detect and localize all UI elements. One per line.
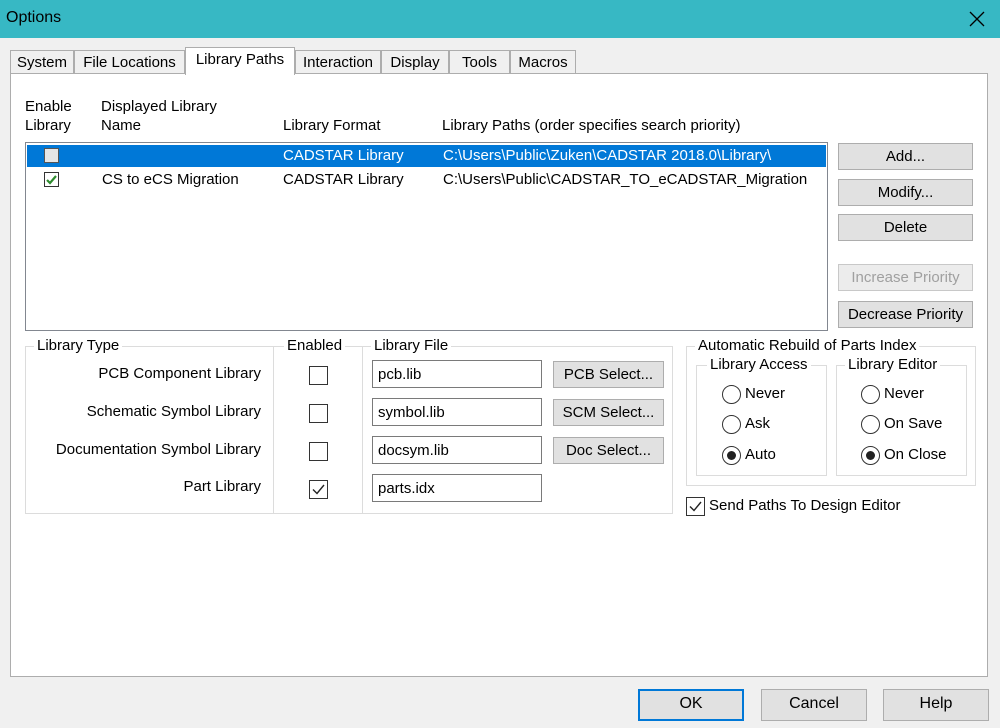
close-icon <box>969 11 985 27</box>
enable-library-checkbox[interactable] <box>44 172 59 187</box>
editor-on-close-radio[interactable] <box>861 446 880 465</box>
enabled-legend: Enabled <box>284 337 346 355</box>
library-access-group: Library Access Never Ask Auto <box>696 356 827 476</box>
library-editor-legend: Library Editor <box>845 356 941 374</box>
access-never-radio[interactable] <box>722 385 741 404</box>
library-type-legend: Library Type <box>34 337 123 355</box>
scm-select-button[interactable]: SCM Select... <box>553 399 664 426</box>
schematic-symbol-library-label: Schematic Symbol Library <box>86 403 261 420</box>
column-header-paths: Library Paths (order specifies search pr… <box>442 117 741 134</box>
help-button[interactable]: Help <box>883 689 989 721</box>
library-type-group: Library Type Enabled Library File PCB Co… <box>25 337 673 514</box>
scm-enabled-checkbox[interactable] <box>309 404 328 423</box>
editor-on-save-label: On Save <box>884 415 943 432</box>
tab-system[interactable]: System <box>10 50 74 74</box>
tab-interaction[interactable]: Interaction <box>295 50 381 74</box>
automatic-rebuild-group: Automatic Rebuild of Parts Index Library… <box>686 337 976 486</box>
tab-tools[interactable]: Tools <box>449 50 510 74</box>
editor-never-label: Never <box>884 385 925 402</box>
column-header-name: Displayed Library Name <box>101 98 217 134</box>
close-button[interactable] <box>954 0 1000 38</box>
window-title: Options <box>6 9 62 26</box>
library-format: CADSTAR Library <box>283 147 404 164</box>
library-format: CADSTAR Library <box>283 171 404 188</box>
access-never-label: Never <box>745 385 786 402</box>
library-row[interactable]: CADSTAR Library C:\Users\Public\Zuken\CA… <box>27 145 826 167</box>
access-ask-label: Ask <box>745 415 771 432</box>
tab-library-paths[interactable]: Library Paths <box>185 47 295 75</box>
doc-enabled-checkbox[interactable] <box>309 442 328 461</box>
column-header-enable: Enable Library <box>25 98 72 134</box>
editor-on-save-radio[interactable] <box>861 415 880 434</box>
editor-never-radio[interactable] <box>861 385 880 404</box>
tab-file-locations[interactable]: File Locations <box>74 50 185 74</box>
modify-button[interactable]: Modify... <box>838 179 973 206</box>
part-enabled-checkbox[interactable] <box>309 480 328 499</box>
enable-library-checkbox[interactable] <box>44 148 59 163</box>
check-icon <box>312 484 325 495</box>
delete-button[interactable]: Delete <box>838 214 973 241</box>
cancel-button[interactable]: Cancel <box>761 689 867 721</box>
access-auto-label: Auto <box>745 446 776 463</box>
part-library-file-input[interactable] <box>372 474 542 502</box>
library-file-legend: Library File <box>371 337 452 355</box>
check-icon <box>46 175 57 185</box>
library-row[interactable]: CS to eCS Migration CADSTAR Library C:\U… <box>27 169 826 191</box>
increase-priority-button[interactable]: Increase Priority <box>838 264 973 291</box>
pcb-select-button[interactable]: PCB Select... <box>553 361 664 388</box>
part-library-label: Part Library <box>183 478 261 495</box>
tab-display[interactable]: Display <box>381 50 449 74</box>
automatic-rebuild-legend: Automatic Rebuild of Parts Index <box>695 337 920 355</box>
access-auto-radio[interactable] <box>722 446 741 465</box>
library-access-legend: Library Access <box>707 356 811 374</box>
library-list[interactable]: CADSTAR Library C:\Users\Public\Zuken\CA… <box>25 142 828 331</box>
send-paths-checkbox[interactable] <box>686 497 705 516</box>
editor-on-close-label: On Close <box>884 446 947 463</box>
column-divider <box>273 347 274 513</box>
check-icon <box>689 501 702 512</box>
library-paths-panel: Enable Library Displayed Library Name Libr… <box>10 73 988 677</box>
ok-button[interactable]: OK <box>638 689 744 721</box>
pcb-enabled-checkbox[interactable] <box>309 366 328 385</box>
title-bar: Options <box>0 0 1000 38</box>
pcb-library-file-input[interactable] <box>372 360 542 388</box>
library-editor-group: Library Editor Never On Save On Close <box>836 356 967 476</box>
tab-macros[interactable]: Macros <box>510 50 576 74</box>
scm-library-file-input[interactable] <box>372 398 542 426</box>
add-button[interactable]: Add... <box>838 143 973 170</box>
doc-library-file-input[interactable] <box>372 436 542 464</box>
library-name: CS to eCS Migration <box>102 171 239 188</box>
library-path: C:\Users\Public\Zuken\CADSTAR 2018.0\Lib… <box>443 147 772 164</box>
documentation-symbol-library-label: Documentation Symbol Library <box>55 441 261 458</box>
pcb-component-library-label: PCB Component Library <box>98 365 261 382</box>
column-divider <box>362 347 363 513</box>
column-header-format: Library Format <box>283 117 381 134</box>
doc-select-button[interactable]: Doc Select... <box>553 437 664 464</box>
access-ask-radio[interactable] <box>722 415 741 434</box>
send-paths-label: Send Paths To Design Editor <box>709 497 901 514</box>
library-path: C:\Users\Public\CADSTAR_TO_eCADSTAR_Migr… <box>443 171 808 188</box>
decrease-priority-button[interactable]: Decrease Priority <box>838 301 973 328</box>
